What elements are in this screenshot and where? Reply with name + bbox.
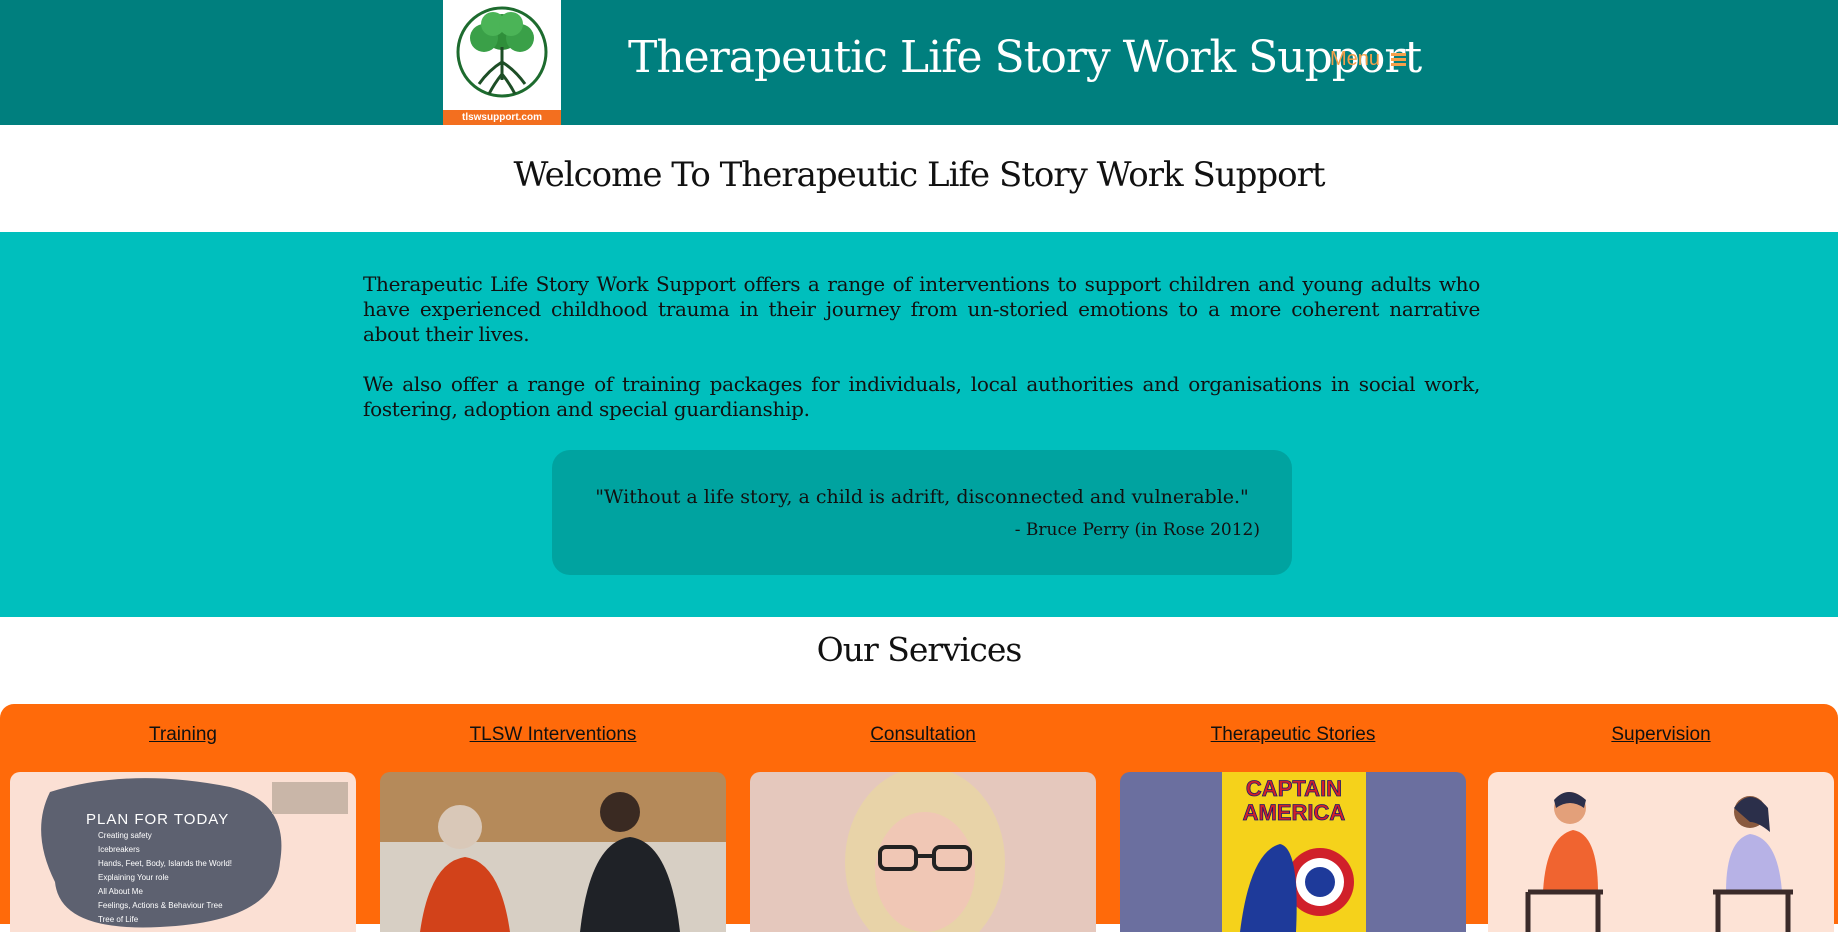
logo-caption: tlswsupport.com <box>443 110 561 125</box>
interventions-photo-graphic <box>380 772 726 932</box>
intro-paragraph: Therapeutic Life Story Work Support offe… <box>363 272 1480 346</box>
training-slide-line: Tree of Life <box>98 915 139 924</box>
menu-button[interactable]: Menu <box>1330 48 1406 71</box>
supervision-illustration <box>1488 772 1834 932</box>
training-slide-graphic: PLAN FOR TODAY Creating safety Icebreake… <box>10 772 356 932</box>
service-card-therapeutic-stories: Therapeutic Stories CAPTAIN AMERICA <box>1120 704 1466 932</box>
welcome-heading: Welcome To Therapeutic Life Story Work S… <box>513 155 1325 195</box>
service-card-consultation: Consultation <box>750 704 1096 932</box>
consultation-photo-graphic <box>750 772 1096 932</box>
service-link-therapeutic-stories[interactable]: Therapeutic Stories <box>1120 724 1466 746</box>
training-slide-line: Feelings, Actions & Behaviour Tree <box>98 901 223 910</box>
service-link-tlsw-interventions[interactable]: TLSW Interventions <box>380 724 726 746</box>
site-logo[interactable]: tlswsupport.com <box>443 0 561 125</box>
hamburger-icon <box>1390 51 1406 68</box>
training-slide-line: Icebreakers <box>98 845 140 854</box>
service-link-training[interactable]: Training <box>10 724 356 746</box>
tree-of-life-icon <box>456 6 548 98</box>
training-image[interactable]: PLAN FOR TODAY Creating safety Icebreake… <box>10 772 356 932</box>
service-card-supervision: Supervision <box>1488 704 1834 932</box>
quote-text: "Without a life story, a child is adrift… <box>595 486 1249 508</box>
interventions-image[interactable] <box>380 772 726 932</box>
therapeutic-stories-image[interactable]: CAPTAIN AMERICA <box>1120 772 1466 932</box>
service-link-consultation[interactable]: Consultation <box>750 724 1096 746</box>
comic-title-line: AMERICA <box>1243 800 1346 825</box>
services-heading: Our Services <box>816 630 1023 669</box>
training-slide-line: Hands, Feet, Body, Islands the World! <box>98 859 232 868</box>
training-slide-title: PLAN FOR TODAY <box>86 811 229 828</box>
welcome-section: Welcome To Therapeutic Life Story Work S… <box>0 125 1838 232</box>
intro-section: Therapeutic Life Story Work Support offe… <box>0 232 1838 617</box>
training-slide-line: Creating safety <box>98 831 152 840</box>
service-card-tlsw-interventions: TLSW Interventions <box>380 704 726 932</box>
intro-paragraph: We also offer a range of training packag… <box>363 372 1480 421</box>
service-link-supervision[interactable]: Supervision <box>1488 724 1834 746</box>
consultation-image[interactable] <box>750 772 1096 932</box>
site-header: tlswsupport.com Therapeutic Life Story W… <box>0 0 1838 125</box>
training-slide-line: Explaining Your role <box>98 873 169 882</box>
supervision-image[interactable] <box>1488 772 1834 932</box>
quote-author: - Bruce Perry (in Rose 2012) <box>1014 520 1260 540</box>
training-slide-line: All About Me <box>98 887 143 896</box>
service-card-training: Training PLAN FOR TODAY Creating safety … <box>10 704 356 932</box>
quote-box: "Without a life story, a child is adrift… <box>552 450 1292 575</box>
menu-label: Menu <box>1330 48 1381 70</box>
comic-title-line: CAPTAIN <box>1246 776 1342 801</box>
captain-america-cover-graphic: CAPTAIN AMERICA <box>1120 772 1466 932</box>
intro-text: Therapeutic Life Story Work Support offe… <box>363 272 1480 447</box>
site-title[interactable]: Therapeutic Life Story Work Support <box>628 32 1422 83</box>
services-panel: Training PLAN FOR TODAY Creating safety … <box>0 704 1838 932</box>
